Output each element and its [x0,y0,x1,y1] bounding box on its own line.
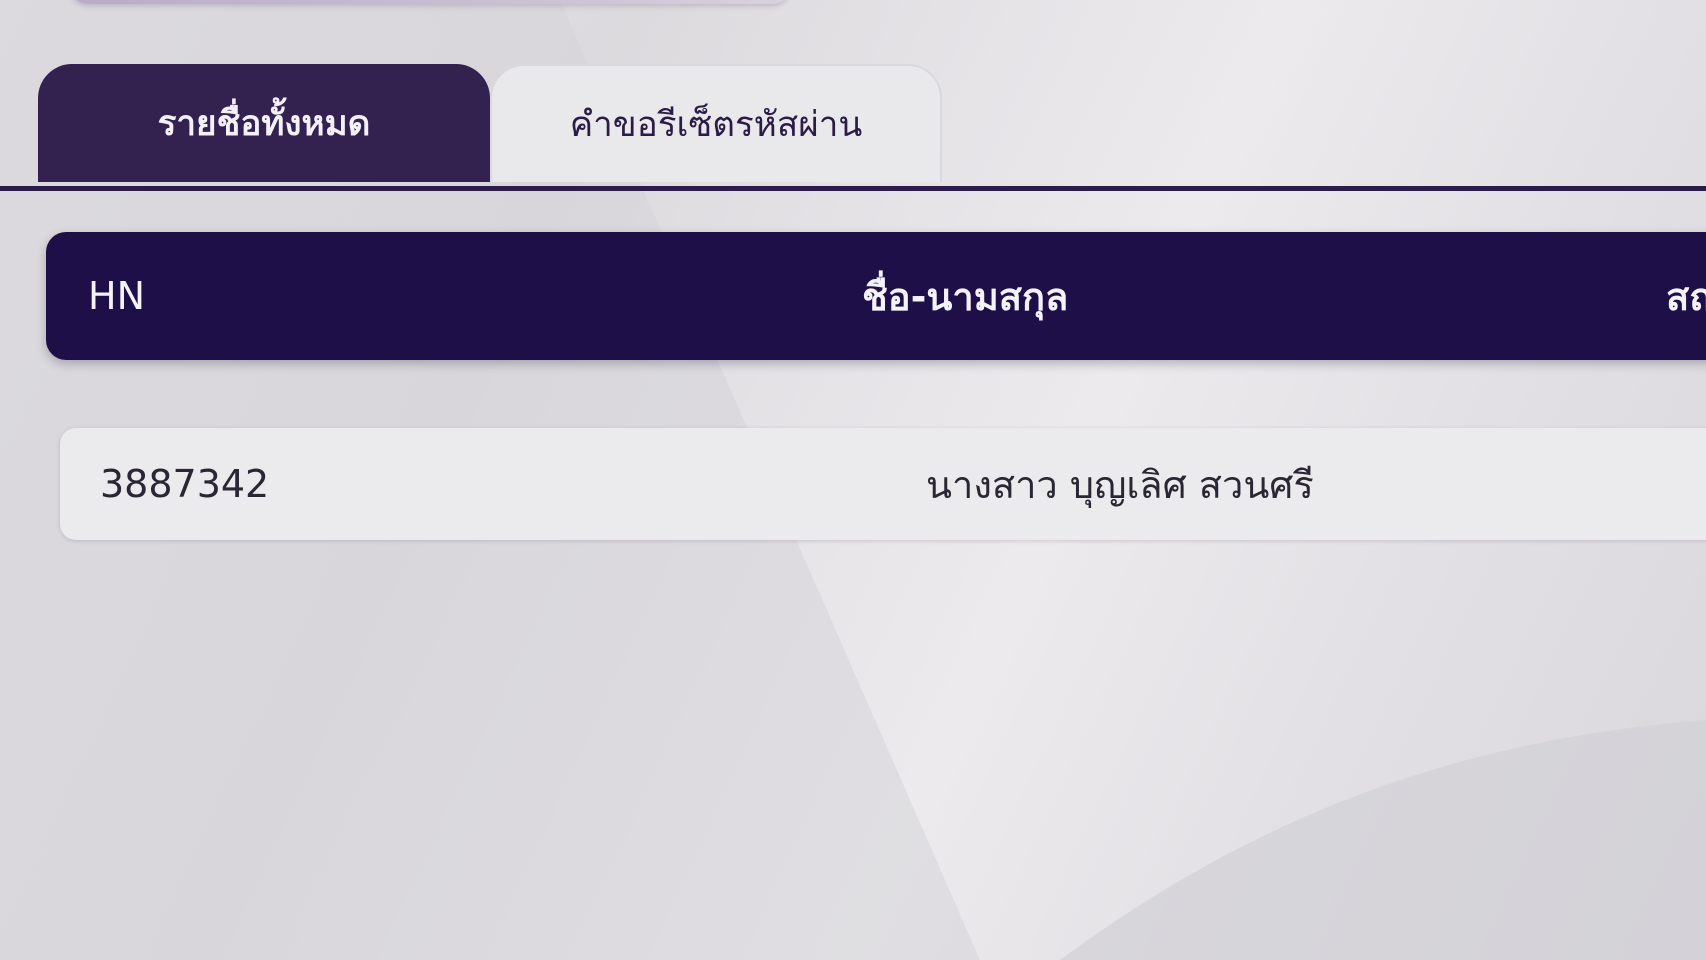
tab-divider [0,186,1706,191]
column-header-hn: HN [88,274,145,318]
cell-full-name: นางสาว บุญเลิศ สวนศรี [926,462,1314,507]
cell-hn: 3887342 [100,462,270,506]
table-row[interactable]: 3887342 นางสาว บุญเลิศ สวนศรี [60,428,1706,540]
tab-all-names[interactable]: รายชื่อทั้งหมด [38,64,490,182]
tab-bar: รายชื่อทั้งหมด คำขอรีเซ็ตรหัสผ่าน [0,62,1706,184]
tab-password-reset-requests-label: คำขอรีเซ็ตรหัสผ่าน [569,104,863,145]
column-header-status: สถ [1666,274,1706,319]
tab-password-reset-requests[interactable]: คำขอรีเซ็ตรหัสผ่าน [490,64,942,182]
top-search-bar-edge [70,0,790,4]
column-header-full-name: ชื่อ-นามสกุล [862,274,1069,319]
tab-all-names-label: รายชื่อทั้งหมด [157,103,371,144]
table-header: HN ชื่อ-นามสกุล สถ [46,232,1706,360]
